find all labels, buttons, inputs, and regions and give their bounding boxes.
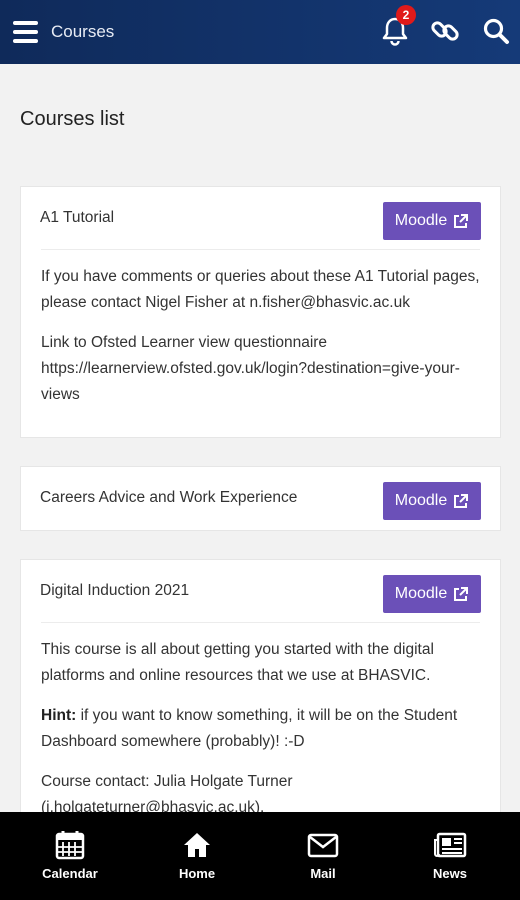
moodle-button[interactable]: Moodle [383, 482, 481, 520]
course-hint: Hint: if you want to know something, it … [41, 703, 480, 755]
menu-icon[interactable] [13, 21, 38, 43]
top-app-bar: Courses 2 [0, 0, 520, 64]
course-card-digital-induction: Digital Induction 2021 Moodle This cours… [20, 559, 501, 819]
link-icon[interactable] [430, 16, 460, 46]
course-card-careers: Careers Advice and Work Experience Moodl… [20, 466, 501, 531]
course-description: If you have comments or queries about th… [41, 268, 480, 311]
course-title: Digital Induction 2021 [40, 582, 190, 599]
course-description: This course is all about getting you sta… [41, 641, 434, 684]
hint-label: Hint: [41, 707, 77, 724]
search-icon[interactable] [482, 17, 510, 45]
page-title: Courses list [20, 108, 125, 130]
nav-label: Calendar [42, 866, 98, 881]
course-title: A1 Tutorial [40, 209, 115, 226]
external-link-icon [454, 586, 469, 601]
course-card-a1-tutorial: A1 Tutorial Moodle If you have comments … [20, 186, 501, 438]
nav-label: Home [178, 866, 216, 881]
nav-home[interactable]: Home [147, 812, 247, 900]
app-title: Courses [51, 22, 115, 41]
moodle-button-label: Moodle [394, 585, 448, 602]
mail-icon [307, 833, 339, 858]
bottom-navigation: Calendar Home Mail News [0, 812, 520, 900]
external-link-icon [454, 493, 469, 508]
hint-text: if you want to know something, it will b… [41, 707, 458, 750]
course-title: Careers Advice and Work Experience [40, 489, 298, 506]
course-description: Link to Ofsted Learner view questionnair… [41, 334, 460, 403]
nav-mail[interactable]: Mail [273, 812, 373, 900]
nav-label: Mail [310, 866, 336, 881]
home-icon [184, 833, 210, 857]
notification-badge: 2 [396, 5, 416, 25]
nav-label: News [433, 866, 467, 881]
moodle-button-label: Moodle [394, 492, 448, 509]
newspaper-icon [434, 832, 467, 858]
external-link-icon [454, 213, 469, 228]
moodle-button-label: Moodle [394, 212, 448, 229]
calendar-icon [55, 831, 85, 860]
nav-news[interactable]: News [400, 812, 500, 900]
moodle-button[interactable]: Moodle [383, 202, 481, 240]
nav-calendar[interactable]: Calendar [20, 812, 120, 900]
moodle-button[interactable]: Moodle [383, 575, 481, 613]
